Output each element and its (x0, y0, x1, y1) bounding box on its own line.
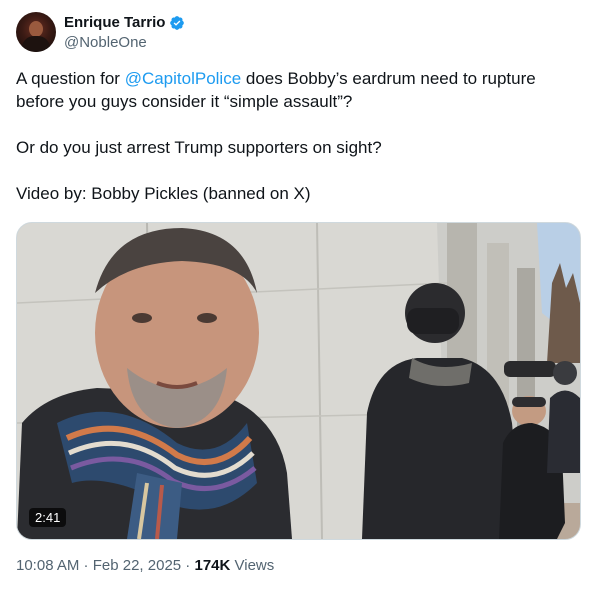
tweet-paragraph-2: Or do you just arrest Trump supporters o… (16, 138, 382, 157)
tweet-time[interactable]: 10:08 AM (16, 557, 79, 574)
tweet-date[interactable]: Feb 22, 2025 (93, 557, 181, 574)
tweet-paragraph-1: A question for @CapitolPolice does Bobby… (16, 67, 586, 113)
meta-separator: · (181, 557, 195, 574)
avatar-face (29, 21, 43, 37)
author-name-row: Enrique Tarrio (64, 14, 185, 31)
verified-badge-icon (170, 15, 185, 30)
video-player[interactable]: 2:41 (16, 222, 581, 540)
author-handle[interactable]: @NobleOne (64, 34, 147, 51)
views-count: 174K (194, 557, 231, 574)
views-label: Views (230, 557, 275, 574)
author-display-name[interactable]: Enrique Tarrio (64, 14, 165, 31)
tweet-paragraph-3: Video by: Bobby Pickles (banned on X) (16, 184, 311, 203)
meta-separator: · (79, 557, 93, 574)
avatar-body (22, 36, 50, 52)
tweet-text: A question for @CapitolPolice does Bobby… (16, 67, 586, 205)
tweet-meta: 10:08 AM · Feb 22, 2025 · 174K Views (16, 557, 274, 574)
video-duration: 2:41 (29, 508, 67, 527)
tweet-text-prefix: A question for (16, 69, 125, 88)
video-frame (17, 223, 580, 539)
author-avatar[interactable] (16, 12, 56, 52)
mention-link[interactable]: @CapitolPolice (125, 69, 241, 88)
